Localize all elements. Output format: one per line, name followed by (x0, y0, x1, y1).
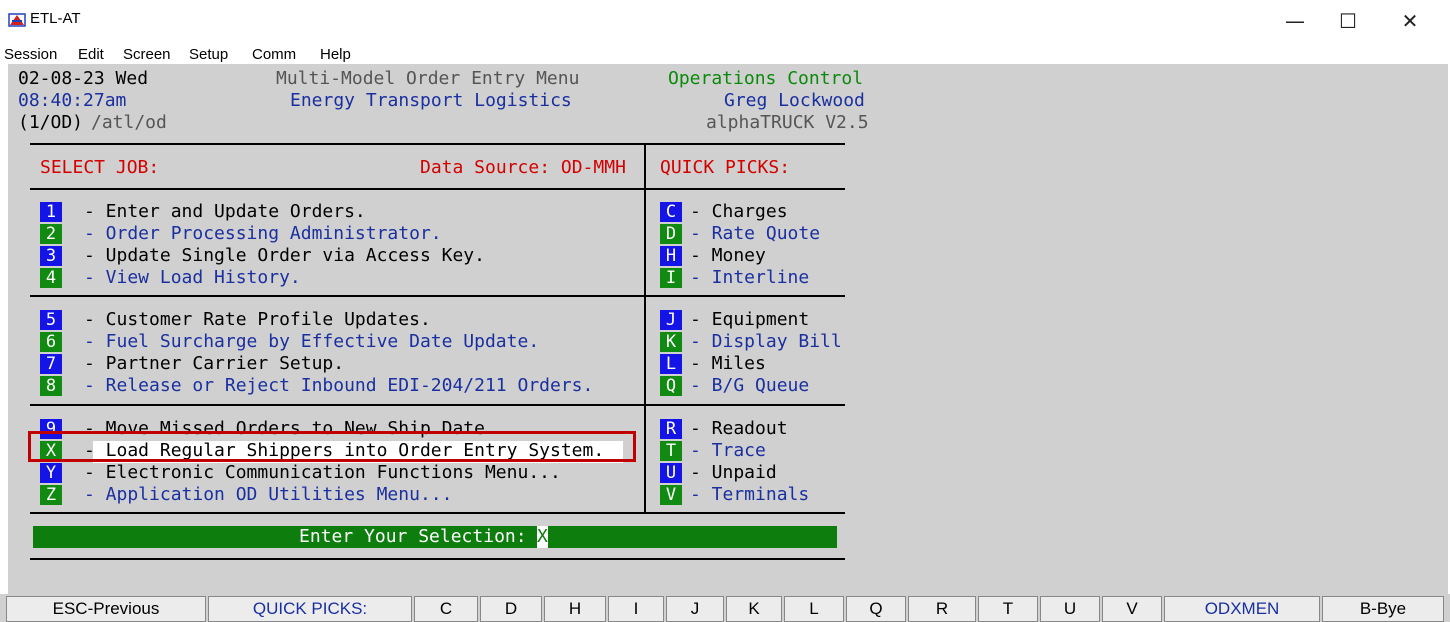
pick-key[interactable]: R (660, 419, 682, 439)
job-key[interactable]: Z (40, 485, 62, 505)
version-label: alphaTRUCK V2.5 (706, 112, 869, 133)
pick-label[interactable]: - Display Bill (690, 331, 842, 353)
pick-label[interactable]: - Interline (690, 267, 809, 289)
job-key[interactable]: 1 (40, 202, 62, 222)
fkey-i[interactable]: I (608, 596, 664, 622)
frame-line (30, 512, 845, 514)
pick-key[interactable]: U (660, 463, 682, 483)
fkey-j[interactable]: J (666, 596, 724, 622)
pick-key[interactable]: T (660, 441, 682, 461)
pick-key[interactable]: L (660, 354, 682, 374)
job-label[interactable]: - View Load History. (84, 267, 301, 289)
fkey-h[interactable]: H (544, 596, 606, 622)
close-button[interactable]: ✕ (1385, 4, 1435, 38)
pick-key[interactable]: C (660, 202, 682, 222)
menu-setup[interactable]: Setup (189, 46, 228, 63)
header-date: 02-08-23 Wed (18, 68, 149, 89)
fkey-u[interactable]: U (1040, 596, 1100, 622)
menu-session[interactable]: Session (4, 46, 57, 63)
fkey-r[interactable]: R (908, 596, 976, 622)
job-label[interactable]: - Application OD Utilities Menu... (84, 484, 452, 506)
job-label[interactable]: - Fuel Surcharge by Effective Date Updat… (84, 331, 539, 353)
title-bar (0, 0, 1450, 42)
pick-key[interactable]: V (660, 485, 682, 505)
fkey-k[interactable]: K (726, 596, 782, 622)
dept-name: Operations Control (668, 68, 864, 89)
pick-label[interactable]: - Unpaid (690, 462, 777, 484)
pick-key[interactable]: Q (660, 376, 682, 396)
selection-input[interactable]: X (537, 526, 548, 548)
selection-highlight-box (28, 431, 636, 462)
pick-label[interactable]: - Equipment (690, 309, 809, 331)
fkey-d[interactable]: D (480, 596, 542, 622)
job-label[interactable]: - Customer Rate Profile Updates. (84, 309, 431, 331)
pick-label[interactable]: - B/G Queue (690, 375, 809, 397)
frame-line (30, 404, 845, 406)
job-key[interactable]: 7 (40, 354, 62, 374)
job-label[interactable]: - Electronic Communication Functions Men… (84, 462, 561, 484)
maximize-button[interactable]: ☐ (1323, 4, 1373, 38)
job-label[interactable]: - Release or Reject Inbound EDI-204/211 … (84, 375, 593, 397)
fkey-c[interactable]: C (414, 596, 478, 622)
job-label[interactable]: - Partner Carrier Setup. (84, 353, 344, 375)
menu-comm[interactable]: Comm (252, 46, 296, 63)
pick-key[interactable]: I (660, 268, 682, 288)
fkey-v[interactable]: V (1102, 596, 1162, 622)
fkey-odxmen[interactable]: ODXMEN (1164, 596, 1320, 622)
fkey-quick-picks[interactable]: QUICK PICKS: (208, 596, 412, 622)
frame-line (30, 143, 845, 145)
fkey-q[interactable]: Q (846, 596, 906, 622)
job-label[interactable]: - Update Single Order via Access Key. (84, 245, 485, 267)
job-key[interactable]: 2 (40, 224, 62, 244)
job-label[interactable]: - Order Processing Administrator. (84, 223, 442, 245)
pick-label[interactable]: - Trace (690, 440, 766, 462)
pick-label[interactable]: - Rate Quote (690, 223, 820, 245)
header-path: /atl/od (91, 112, 167, 133)
quick-picks-label: QUICK PICKS: (660, 157, 791, 178)
minimize-button[interactable]: — (1270, 4, 1320, 38)
pick-key[interactable]: K (660, 332, 682, 352)
frame-line (30, 295, 845, 297)
menu-title: Multi-Model Order Entry Menu (276, 68, 580, 89)
selection-prompt-bar: Enter Your Selection: X (33, 526, 837, 548)
select-job-label: SELECT JOB: (40, 157, 160, 178)
pick-label[interactable]: - Terminals (690, 484, 809, 506)
frame-line (30, 188, 845, 190)
job-key[interactable]: 3 (40, 246, 62, 266)
menu-help[interactable]: Help (320, 46, 351, 63)
data-source-label: Data Source: OD-MMH (420, 157, 626, 178)
pick-label[interactable]: - Charges (690, 201, 788, 223)
menu-screen[interactable]: Screen (123, 46, 171, 63)
frame-line (30, 558, 845, 560)
menu-edit[interactable]: Edit (78, 46, 104, 63)
selection-prompt-label: Enter Your Selection: (299, 526, 527, 547)
job-key[interactable]: 5 (40, 310, 62, 330)
fkey-t[interactable]: T (978, 596, 1038, 622)
job-key[interactable]: 8 (40, 376, 62, 396)
header-time: 08:40:27am (18, 90, 127, 111)
header-session: (1/OD) (18, 112, 84, 133)
window-title: ETL-AT (30, 10, 81, 27)
pick-label[interactable]: - Money (690, 245, 766, 267)
fkey-bye[interactable]: B-Bye (1322, 596, 1444, 622)
pick-key[interactable]: H (660, 246, 682, 266)
job-key[interactable]: 6 (40, 332, 62, 352)
job-key[interactable]: 4 (40, 268, 62, 288)
pick-label[interactable]: - Miles (690, 353, 766, 375)
pick-label[interactable]: - Readout (690, 418, 788, 440)
job-key[interactable]: Y (40, 463, 62, 483)
pick-key[interactable]: D (660, 224, 682, 244)
user-name: Greg Lockwood (724, 90, 865, 111)
job-label[interactable]: - Enter and Update Orders. (84, 201, 366, 223)
fkey-l[interactable]: L (784, 596, 844, 622)
frame-divider (644, 143, 646, 512)
app-icon (8, 13, 26, 27)
pick-key[interactable]: J (660, 310, 682, 330)
fkey-esc-previous[interactable]: ESC-Previous (6, 596, 206, 622)
company-name: Energy Transport Logistics (290, 90, 572, 111)
